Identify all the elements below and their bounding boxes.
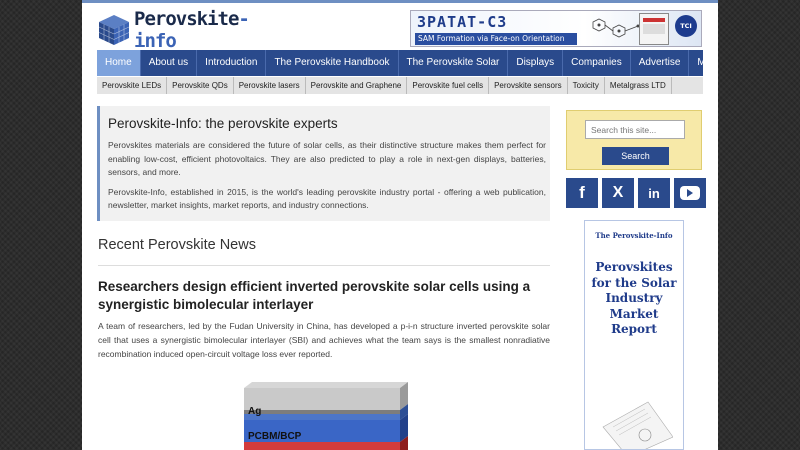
subnav-item-graphene[interactable]: Perovskite and Graphene — [306, 77, 408, 94]
nav-item-about-us[interactable]: About us — [141, 50, 198, 76]
social-links: f X in — [566, 178, 706, 208]
nav-item-perovskite-solar[interactable]: The Perovskite Solar — [399, 50, 509, 76]
nav-item-displays[interactable]: Displays — [508, 50, 564, 76]
logo-text-main: Perovskite — [134, 8, 239, 30]
intro-title: Perovskite-Info: the perovskite experts — [108, 116, 338, 131]
search-widget: Search — [566, 110, 702, 170]
divider — [98, 265, 550, 266]
subnav-item-leds[interactable]: Perovskite LEDs — [97, 77, 168, 94]
search-input[interactable] — [585, 120, 685, 139]
intro-paragraph-2: Perovskite-Info, established in 2015, is… — [108, 186, 546, 211]
nav-item-advertise[interactable]: Advertise — [631, 50, 690, 76]
article-figure[interactable]: Ag PCBM/BCP — [244, 380, 408, 450]
subnav-item-metalgrass[interactable]: Metalgrass LTD — [605, 77, 672, 94]
tci-logo-icon: TCI — [675, 15, 697, 37]
banner-title: ЗРАТАТ-С3 — [417, 13, 508, 31]
subnav-item-sensors[interactable]: Perovskite sensors — [489, 77, 568, 94]
intro-box: Perovskite-Info: the perovskite experts … — [97, 106, 550, 221]
nav-item-more[interactable]: More — [689, 50, 718, 76]
site-logo[interactable]: Perovskite-info — [97, 8, 250, 52]
facebook-icon[interactable]: f — [566, 178, 598, 208]
subnav-item-toxicity[interactable]: Toxicity — [568, 77, 605, 94]
ad-banner[interactable]: ЗРАТАТ-С3 SAM Formation via Face-on Orie… — [410, 10, 702, 47]
nav-item-companies[interactable]: Companies — [563, 50, 631, 76]
news-section-heading: Recent Perovskite News — [98, 237, 256, 253]
sub-nav: Perovskite LEDs Perovskite QDs Perovskit… — [97, 77, 703, 94]
nav-item-home[interactable]: Home — [97, 50, 141, 76]
subnav-item-fuel-cells[interactable]: Perovskite fuel cells — [407, 77, 490, 94]
subnav-item-qds[interactable]: Perovskite QDs — [167, 77, 234, 94]
main-nav: Home About us Introduction The Perovskit… — [97, 50, 718, 76]
ad-top-text: The Perovskite-Info — [595, 231, 673, 240]
article-summary: A team of researchers, led by the Fudan … — [98, 321, 550, 359]
youtube-icon[interactable] — [674, 178, 706, 208]
nav-item-handbook[interactable]: The Perovskite Handbook — [266, 50, 399, 76]
page: Perovskite-info ЗРАТАТ-С3 SAM Formation … — [82, 0, 718, 450]
perovskite-cube-icon — [97, 13, 131, 47]
product-badge-icon — [639, 13, 669, 45]
market-report-ad[interactable]: The Perovskite-Info Perovskites for the … — [584, 220, 684, 450]
intro-paragraph-1: Perovskites materials are considered the… — [108, 140, 546, 177]
logo-text: Perovskite-info — [134, 8, 250, 52]
subnav-item-lasers[interactable]: Perovskite lasers — [234, 77, 306, 94]
top-accent-bar — [82, 0, 718, 3]
layer-label-ag: Ag — [248, 406, 262, 417]
layer-label-pcbm-bcp: PCBM/BCP — [248, 431, 302, 442]
banner-subtitle: SAM Formation via Face-on Orientation — [415, 33, 577, 45]
search-button[interactable]: Search — [602, 147, 669, 165]
article-title-link[interactable]: Researchers design efficient inverted pe… — [98, 278, 550, 314]
report-document-icon — [602, 401, 673, 449]
linkedin-icon[interactable]: in — [638, 178, 670, 208]
ad-main-text: Perovskites for the Solar Industry Marke… — [591, 260, 677, 336]
nav-item-introduction[interactable]: Introduction — [197, 50, 267, 76]
x-twitter-icon[interactable]: X — [602, 178, 634, 208]
